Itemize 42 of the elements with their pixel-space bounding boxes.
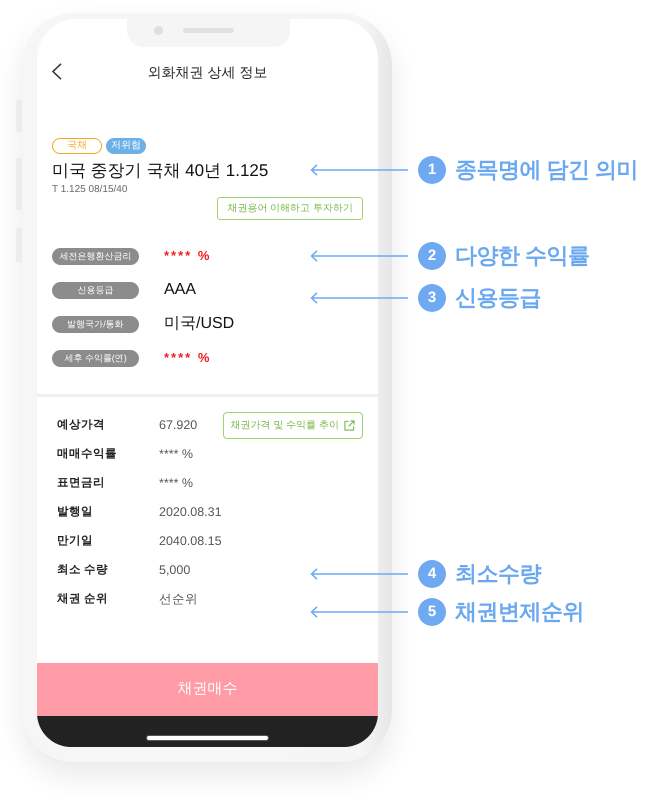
bond-tag: 국채 [52,138,102,154]
guide-button[interactable]: 채권용어 이해하고 투자하기 [217,197,363,220]
bond-name: 미국 중장기 국채 40년 1.125 [52,160,268,182]
detail-value: 5,000 [159,562,190,580]
external-link-icon [344,420,355,431]
detail-label: 발행일 [57,504,94,520]
step-number: 4 [418,560,446,588]
step-number: 5 [418,598,446,626]
fact-label: 세후 수익률(연) [52,350,139,366]
step-number: 2 [418,242,446,270]
callout-label: 채권변제순위 [455,598,584,626]
fact-label: 발행국가/통화 [52,316,139,332]
fact-value: 미국/USD [164,314,234,334]
screen-title: 외화채권 상세 정보 [148,62,268,82]
detail-value: 67.920 [159,417,198,434]
detail-value: 선순위 [159,591,198,608]
fact-label: 신용등급 [52,282,139,298]
callout-label: 신용등급 [455,284,541,312]
back-icon[interactable] [52,63,62,80]
step-number: 3 [418,284,446,312]
detail-value: 2040.08.15 [159,533,222,550]
detail-value: **** % [159,446,194,464]
detail-label: 예상가격 [57,418,106,433]
detail-label: 채권 순위 [57,592,110,607]
callout-label: 최소수량 [455,560,541,588]
bond-code: T 1.125 08/15/40 [52,183,128,196]
fact-value: AAA [164,280,196,300]
fact-label: 세전은행환산금리 [52,248,139,264]
callout-label: 종목명에 담긴 의미 [455,156,638,184]
buy-button[interactable]: 채권매수 [37,663,378,716]
callout-label: 다양한 수익률 [455,242,590,270]
detail-label: 매매수익률 [57,446,118,462]
detail-label: 만기일 [57,534,94,549]
detail-label: 최소 수량 [57,562,110,578]
step-number: 1 [418,156,446,184]
detail-value: 2020.08.31 [159,504,222,522]
fact-value: **** % [164,247,212,266]
fact-value: **** % [164,349,212,368]
detail-value: **** % [159,475,194,492]
trend-button[interactable]: 채권가격 및 수익률 추이 [222,412,363,439]
bond-tag: 저위험 [106,138,146,154]
detail-label: 표면금리 [57,476,106,491]
